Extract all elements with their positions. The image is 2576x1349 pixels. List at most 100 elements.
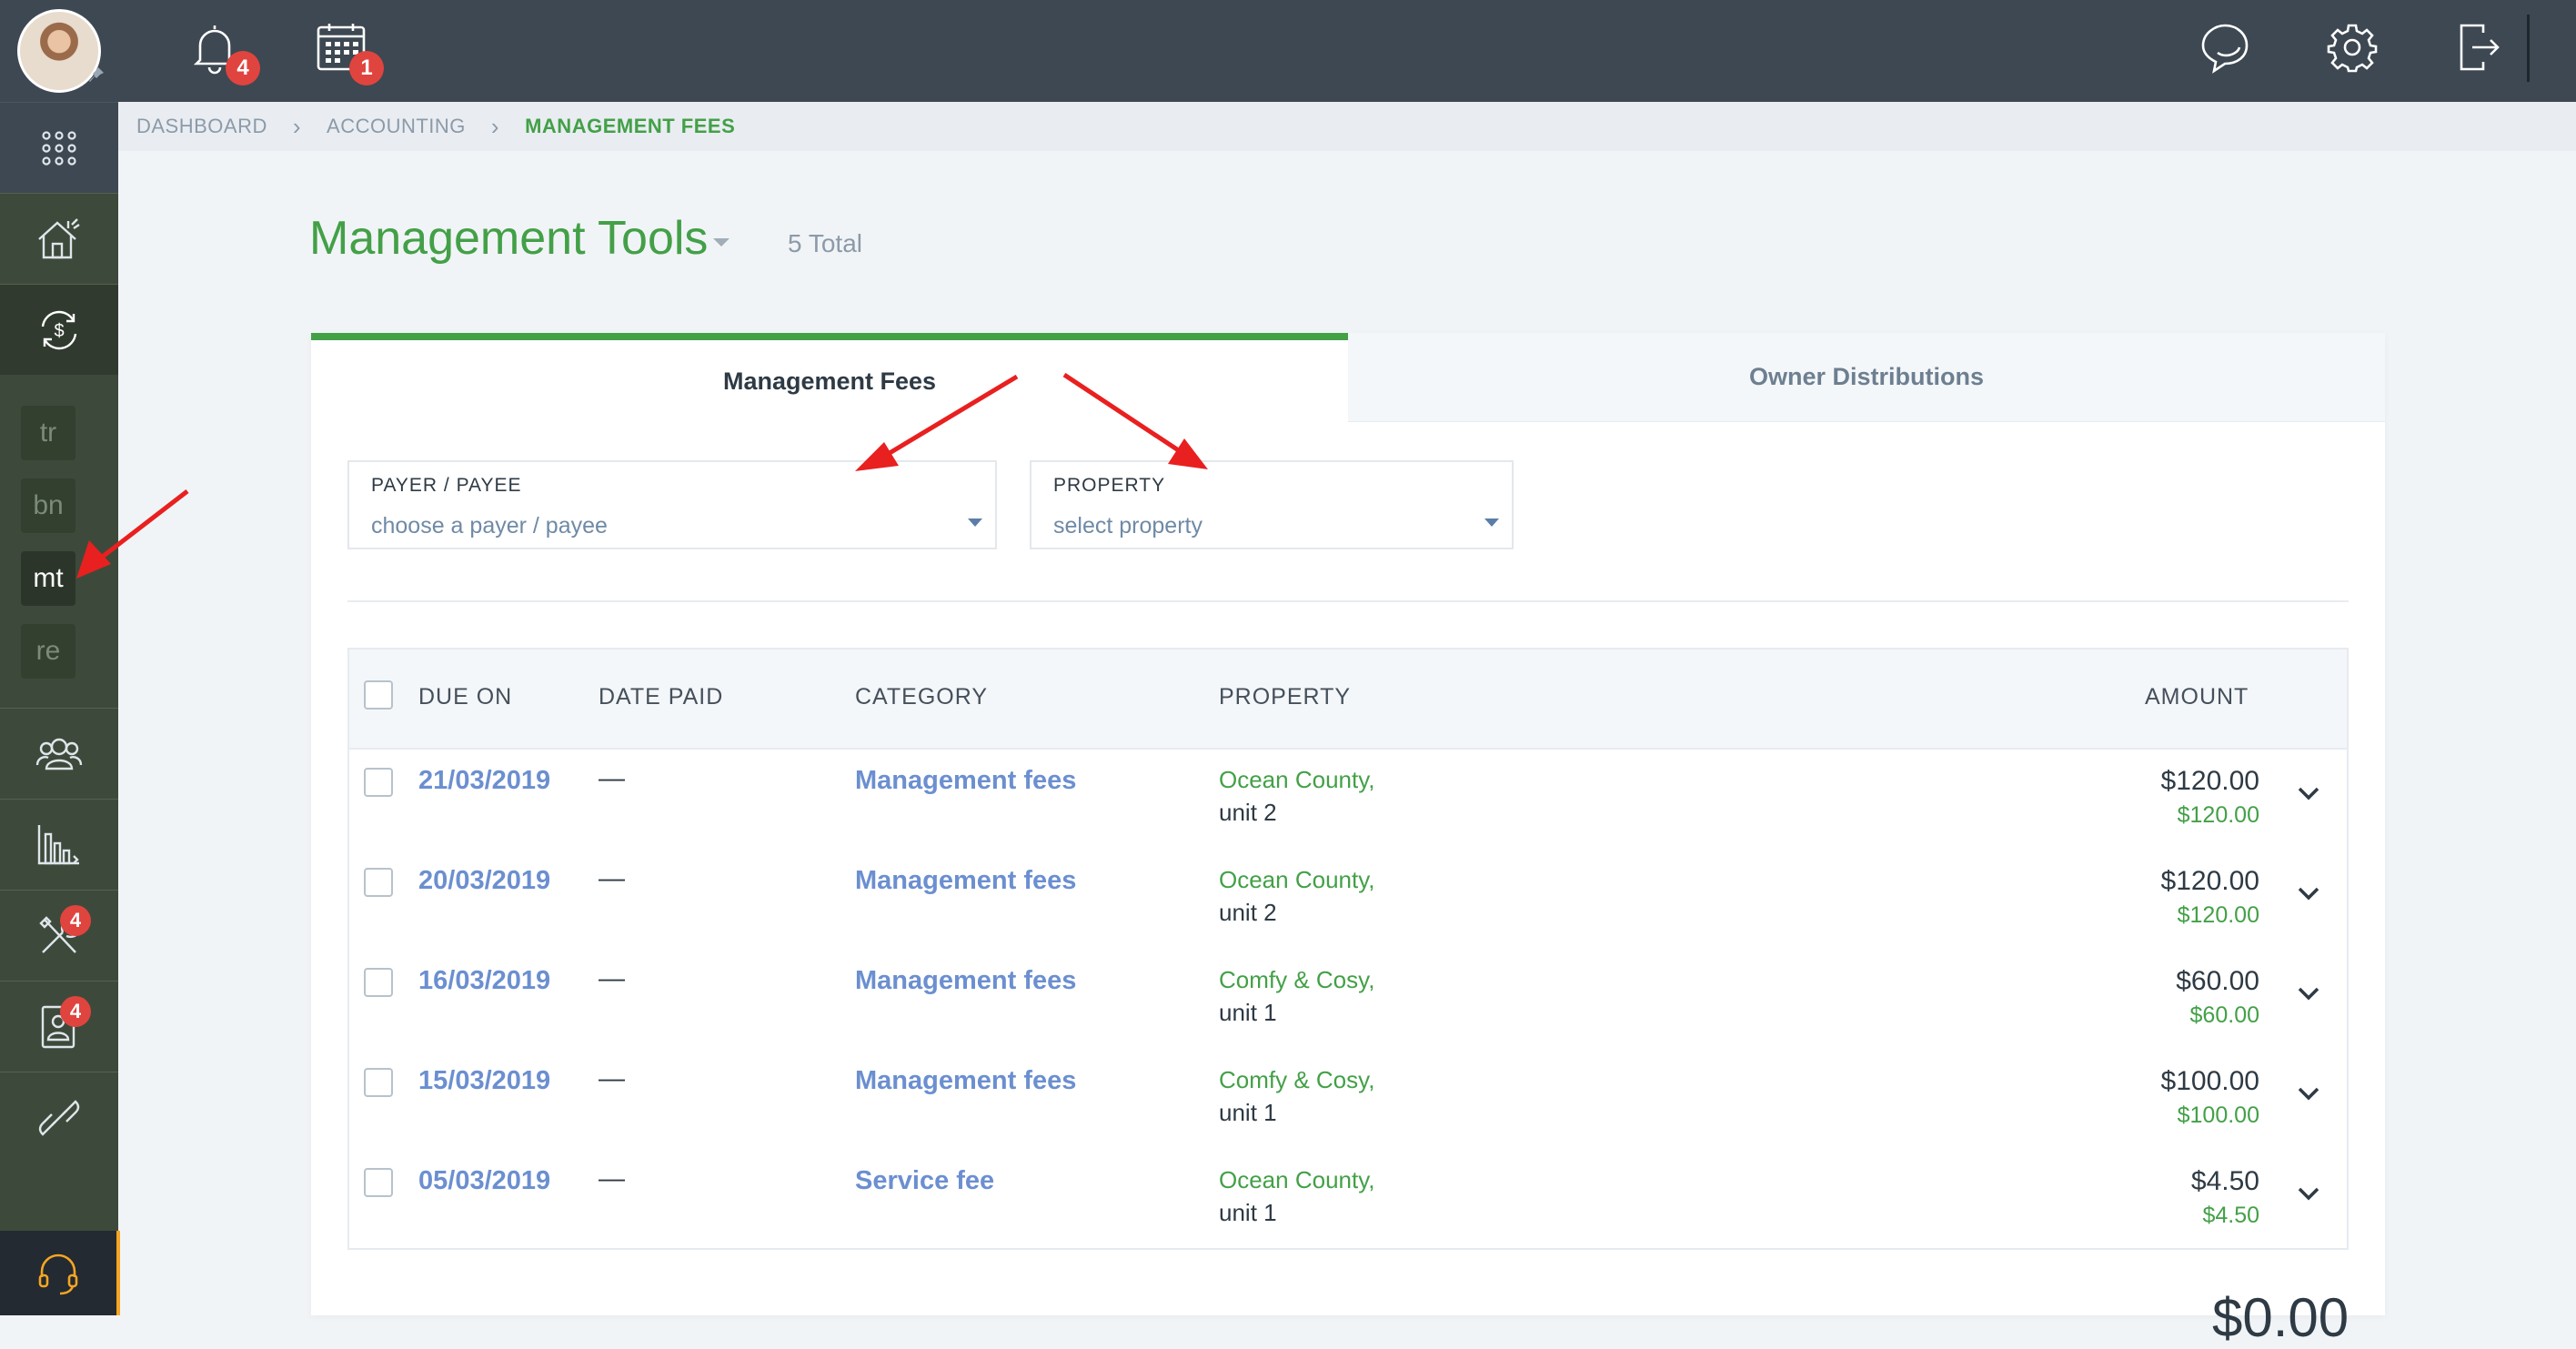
tab-owner-distributions[interactable]: Owner Distributions (1348, 333, 2385, 422)
amount-paid: $60.00 (2189, 1002, 2259, 1028)
table-row[interactable]: 05/03/2019 — Service fee Ocean County, u… (349, 1148, 2347, 1248)
support-button[interactable] (0, 1231, 120, 1315)
chevron-right-icon: › (292, 112, 302, 140)
property-name-link[interactable]: Comfy & Cosy, (1219, 966, 1374, 994)
breadcrumb-accounting[interactable]: ACCOUNTING (327, 115, 466, 138)
due-date-link[interactable]: 20/03/2019 (418, 866, 550, 896)
column-date-paid[interactable]: DATE PAID (599, 684, 723, 710)
chevron-down-icon[interactable] (2296, 1081, 2321, 1106)
submenu-item-bn[interactable]: bn (21, 478, 75, 533)
pin-icon[interactable] (87, 65, 106, 84)
chevron-down-icon[interactable] (2296, 1181, 2321, 1206)
sidebar-item-people[interactable] (0, 708, 118, 799)
avatar-cell[interactable] (0, 0, 118, 102)
gear-icon (2327, 24, 2378, 73)
chevron-down-icon[interactable] (2296, 981, 2321, 1006)
property-name-link[interactable]: Ocean County, (1219, 866, 1375, 894)
settings-button[interactable] (2327, 22, 2378, 73)
amount-paid: $120.00 (2177, 802, 2259, 828)
select-all-checkbox[interactable] (364, 680, 393, 710)
amount: $120.00 (2160, 866, 2259, 896)
divider (347, 600, 2349, 602)
property-select[interactable]: PROPERTY select property (1030, 460, 1514, 549)
messages-button[interactable] (2198, 22, 2252, 75)
column-category[interactable]: CATEGORY (855, 684, 988, 710)
total-count: 5 Total (788, 229, 862, 257)
topbar-divider (2527, 15, 2530, 82)
caret-down-icon (968, 518, 982, 527)
due-date-link[interactable]: 21/03/2019 (418, 766, 550, 796)
chevron-down-icon[interactable] (2296, 881, 2321, 906)
content-card: Management Fees Owner Distributions PAYE… (311, 333, 2385, 1315)
due-date-link[interactable]: 05/03/2019 (418, 1166, 550, 1196)
row-checkbox[interactable] (364, 1068, 393, 1097)
amount-paid: $120.00 (2177, 902, 2259, 928)
property-unit: unit 1 (1219, 1099, 1277, 1126)
submenu-item-mt[interactable]: mt (21, 551, 75, 606)
payer-payee-select[interactable]: PAYER / PAYEE choose a payer / payee (347, 460, 997, 549)
chevron-right-icon: › (490, 112, 500, 140)
property-name-link[interactable]: Ocean County, (1219, 766, 1375, 794)
column-amount[interactable]: AMOUNT (2145, 684, 2249, 710)
row-checkbox[interactable] (364, 1168, 393, 1197)
maintenance-badge: 4 (60, 905, 91, 936)
sidebar-item-properties[interactable] (0, 193, 118, 284)
calendar-badge: 1 (349, 51, 384, 86)
property-unit: unit 2 (1219, 899, 1277, 926)
category-link[interactable]: Management fees (855, 866, 1076, 896)
caret-down-icon (1484, 518, 1499, 527)
amount: $4.50 (2190, 1166, 2259, 1196)
submenu-label: re (35, 636, 61, 666)
svg-text:$: $ (54, 321, 64, 341)
payer-payee-placeholder: choose a payer / payee (371, 513, 608, 539)
property-placeholder: select property (1053, 513, 1202, 539)
breadcrumb: DASHBOARD › ACCOUNTING › MANAGEMENT FEES (118, 102, 2576, 151)
sidebar-item-maintenance[interactable]: 4 (0, 890, 118, 981)
table-row[interactable]: 16/03/2019 — Management fees Comfy & Cos… (349, 948, 2347, 1048)
sidebar-item-accounting[interactable]: $ (0, 284, 118, 375)
row-checkbox[interactable] (364, 868, 393, 897)
submenu-label: bn (33, 490, 64, 520)
sidebar-item-integrations[interactable] (0, 1072, 118, 1163)
due-date-link[interactable]: 15/03/2019 (418, 1066, 550, 1096)
category-link[interactable]: Management fees (855, 766, 1076, 796)
apps-grid-button[interactable] (0, 102, 118, 193)
submenu-item-tr[interactable]: tr (21, 406, 75, 460)
category-link[interactable]: Management fees (855, 966, 1076, 996)
apps-grid-icon (42, 130, 76, 166)
calendar-button[interactable]: 1 (315, 20, 384, 86)
breadcrumb-management-fees: MANAGEMENT FEES (525, 115, 736, 137)
table-row[interactable]: 20/03/2019 — Management fees Ocean Count… (349, 848, 2347, 948)
table-row[interactable]: 15/03/2019 — Management fees Comfy & Cos… (349, 1048, 2347, 1148)
category-link[interactable]: Service fee (855, 1166, 994, 1196)
payer-payee-label: PAYER / PAYEE (371, 475, 522, 496)
link-icon (38, 1099, 80, 1136)
tab-management-fees[interactable]: Management Fees (311, 333, 1348, 422)
sidebar: $ tr bn mt re 4 4 (0, 0, 120, 1315)
sidebar-item-contacts[interactable]: 4 (0, 981, 118, 1072)
row-checkbox[interactable] (364, 968, 393, 997)
due-date-link[interactable]: 16/03/2019 (418, 966, 550, 996)
sidebar-item-reports[interactable] (0, 799, 118, 890)
date-paid: — (599, 1064, 625, 1093)
chevron-down-icon[interactable] (2296, 780, 2321, 806)
contacts-badge: 4 (60, 996, 91, 1027)
breadcrumb-dashboard[interactable]: DASHBOARD (136, 115, 267, 138)
notifications-button[interactable]: 4 (189, 20, 260, 86)
property-name-link[interactable]: Ocean County, (1219, 1166, 1375, 1194)
row-checkbox[interactable] (364, 768, 393, 797)
page-title[interactable]: Management Tools (309, 211, 708, 266)
amount: $120.00 (2160, 766, 2259, 796)
amount: $60.00 (2176, 966, 2259, 996)
column-due-on[interactable]: DUE ON (418, 684, 512, 710)
column-property[interactable]: PROPERTY (1219, 684, 1351, 710)
notifications-badge: 4 (226, 51, 260, 86)
house-icon (38, 217, 80, 258)
category-link[interactable]: Management fees (855, 1066, 1076, 1096)
submenu-label: tr (39, 418, 57, 448)
submenu-item-re[interactable]: re (21, 624, 75, 679)
title-dropdown-caret-icon[interactable] (713, 238, 730, 247)
logout-button[interactable] (2456, 20, 2501, 75)
property-name-link[interactable]: Comfy & Cosy, (1219, 1066, 1374, 1094)
table-row[interactable]: 21/03/2019 — Management fees Ocean Count… (349, 748, 2347, 848)
